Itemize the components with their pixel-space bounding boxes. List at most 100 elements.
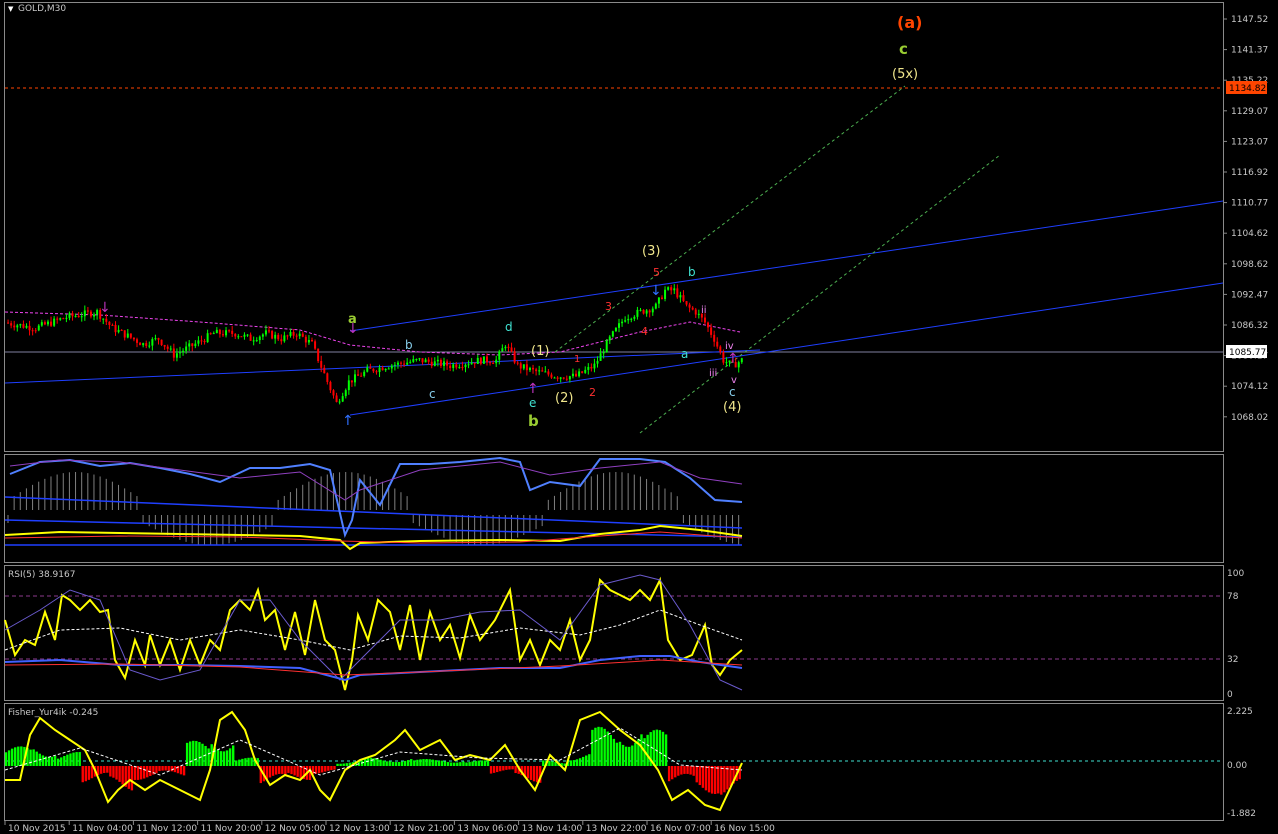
fisher-bar xyxy=(591,729,594,766)
candle-body xyxy=(372,368,375,372)
candle-body xyxy=(510,347,513,352)
fisher-bar xyxy=(336,763,339,766)
rsi-tick-label: 100 xyxy=(1227,569,1244,579)
candle-body xyxy=(547,371,550,375)
fisher-bar xyxy=(403,760,407,766)
candle-body xyxy=(645,310,648,314)
candle-body xyxy=(636,309,639,317)
candle-body xyxy=(473,362,476,364)
candle-body xyxy=(587,366,590,370)
candle-body xyxy=(154,338,157,340)
candle-body xyxy=(624,320,627,322)
fisher-bar xyxy=(400,761,404,766)
candle-body xyxy=(117,329,120,333)
fisher-bar xyxy=(499,766,502,772)
wave-label: iii xyxy=(709,368,717,379)
fisher-bar xyxy=(443,761,447,766)
candle-body xyxy=(421,358,424,363)
candle-body xyxy=(406,362,409,365)
candle-body xyxy=(525,364,528,371)
candle-body xyxy=(501,348,504,352)
fisher-bar xyxy=(483,760,487,766)
candle-body xyxy=(200,340,203,342)
candle-body xyxy=(611,331,614,337)
candle-body xyxy=(344,390,347,397)
candle-body xyxy=(541,370,544,372)
candle-body xyxy=(596,360,599,364)
candle-body xyxy=(10,323,13,326)
candle-body xyxy=(240,336,243,338)
candle-body xyxy=(556,377,559,379)
fisher-bar xyxy=(274,766,278,775)
fisher-bar xyxy=(115,766,118,780)
fisher-bar xyxy=(373,758,376,766)
fisher-bar xyxy=(723,766,726,793)
wave-label: ii xyxy=(701,305,707,316)
candle-body xyxy=(507,346,510,348)
candle-body xyxy=(28,325,31,331)
candle-body xyxy=(166,346,169,349)
candle-body xyxy=(7,322,10,324)
candle-body xyxy=(249,334,252,341)
candle-body xyxy=(369,367,372,369)
fisher-bar xyxy=(489,766,493,774)
candle-body xyxy=(335,395,338,402)
fisher-bar xyxy=(290,766,293,775)
candle-body xyxy=(347,380,350,391)
fisher-bar xyxy=(112,766,115,778)
fisher-bar xyxy=(118,766,121,782)
fisher-bar xyxy=(612,738,616,766)
candle-body xyxy=(452,364,455,369)
candle-body xyxy=(513,351,516,363)
candle-body xyxy=(301,333,304,337)
fisher-bar xyxy=(594,727,597,766)
candle-body xyxy=(89,311,92,317)
fisher-bar xyxy=(379,759,382,766)
candle-body xyxy=(436,359,439,362)
candle-body xyxy=(206,333,209,343)
symbol-menu-arrow-icon[interactable]: ▼ xyxy=(8,5,14,13)
candle-body xyxy=(455,364,458,368)
fisher-bar xyxy=(296,766,299,777)
wave-label: e xyxy=(529,396,536,410)
fisher-bar xyxy=(222,751,226,766)
candle-body xyxy=(670,287,673,291)
candle-body xyxy=(458,367,461,369)
candle-body xyxy=(160,339,163,346)
fisher-bar xyxy=(674,766,677,778)
fisher-bar xyxy=(600,727,603,766)
candle-body xyxy=(593,363,596,369)
candle-body xyxy=(479,357,482,364)
fisher-bar xyxy=(56,758,60,766)
candle-body xyxy=(443,361,446,366)
candle-body xyxy=(126,333,129,338)
candle-body xyxy=(387,368,390,370)
candle-body xyxy=(439,359,442,366)
candle-body xyxy=(568,376,571,380)
fisher-bar xyxy=(235,760,238,766)
fisher-bar xyxy=(161,766,164,771)
candle-body xyxy=(633,316,636,319)
fisher-bar xyxy=(72,752,75,766)
price-tick-label: 1147.52 xyxy=(1231,15,1268,25)
fisher-bar xyxy=(287,766,290,773)
candle-body xyxy=(71,313,74,317)
candle-body xyxy=(34,330,37,332)
fisher-bar xyxy=(597,726,600,766)
price-tick-label: 1098.62 xyxy=(1231,260,1268,270)
fisher-bar xyxy=(588,754,591,766)
candle-body xyxy=(360,375,363,377)
candle-body xyxy=(504,346,507,349)
target-price-tag-text: 1134.82 xyxy=(1229,84,1266,94)
candle-body xyxy=(575,373,578,377)
candle-body xyxy=(470,362,473,365)
fisher-bar xyxy=(225,750,229,766)
candle-body xyxy=(694,309,697,315)
candle-body xyxy=(618,323,620,328)
fisher-bar xyxy=(195,741,198,766)
wave-label: (1) xyxy=(531,344,549,359)
fisher-bar xyxy=(228,748,232,766)
fisher-bar xyxy=(69,753,72,766)
fisher-bar xyxy=(75,752,78,766)
fisher-bar xyxy=(704,766,708,791)
